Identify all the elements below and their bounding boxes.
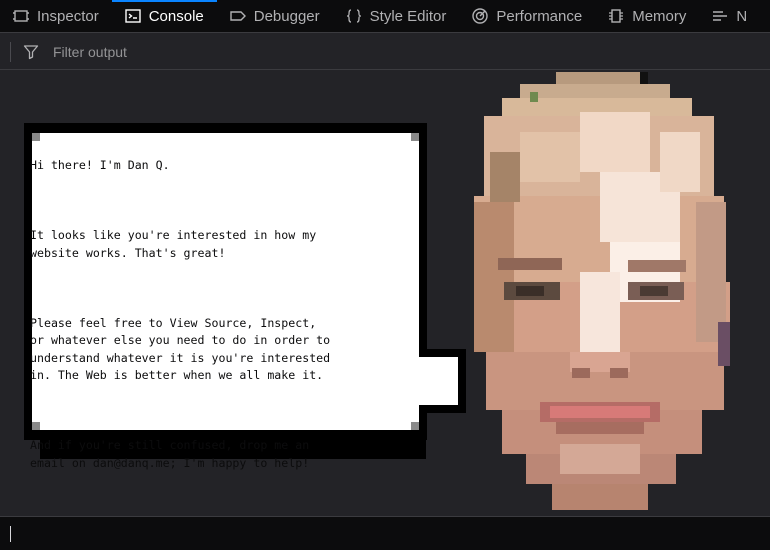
tab-label: Memory xyxy=(632,7,687,25)
tab-label: Debugger xyxy=(253,7,320,25)
tab-label: Console xyxy=(148,7,204,25)
message-paragraph: And if you're still confused, drop me an… xyxy=(30,438,310,470)
tab-inspector[interactable]: Inspector xyxy=(0,0,112,32)
memory-icon xyxy=(606,6,626,26)
input-caret xyxy=(10,525,11,542)
tab-label: Performance xyxy=(496,7,583,25)
devtools-toolbar: Inspector Console Debugger Style Editor … xyxy=(0,0,770,33)
network-icon xyxy=(710,6,730,26)
style-editor-icon xyxy=(344,6,364,26)
console-output: Hi there! I'm Dan Q. It looks like you'r… xyxy=(0,70,770,516)
pixelated-face-image xyxy=(460,72,732,512)
bubble-corner xyxy=(411,133,419,141)
tab-label: Inspector xyxy=(37,7,99,25)
console-filter-bar xyxy=(0,34,770,70)
console-icon xyxy=(123,6,143,26)
inspector-icon xyxy=(11,6,31,26)
toolbar-separator xyxy=(10,41,11,62)
filter-icon xyxy=(23,44,39,60)
console-input[interactable] xyxy=(0,516,770,550)
tab-performance[interactable]: Performance xyxy=(459,0,595,32)
tab-network[interactable]: N xyxy=(699,0,760,32)
message-paragraph: Hi there! I'm Dan Q. xyxy=(30,158,170,172)
bubble-tail xyxy=(418,357,458,405)
tab-memory[interactable]: Memory xyxy=(595,0,699,32)
filter-output-input[interactable] xyxy=(53,39,653,64)
message-paragraph: It looks like you're interested in how m… xyxy=(30,228,317,260)
tab-style-editor[interactable]: Style Editor xyxy=(333,0,460,32)
bubble-corner xyxy=(411,422,419,430)
debugger-icon xyxy=(228,6,248,26)
console-message: Hi there! I'm Dan Q. It looks like you'r… xyxy=(30,122,390,516)
performance-icon xyxy=(470,6,490,26)
tab-console[interactable]: Console xyxy=(111,0,217,32)
tab-label: N xyxy=(736,7,748,25)
message-paragraph: Please feel free to View Source, Inspect… xyxy=(30,315,331,383)
tab-debugger[interactable]: Debugger xyxy=(217,0,333,32)
tab-label: Style Editor xyxy=(369,7,447,25)
